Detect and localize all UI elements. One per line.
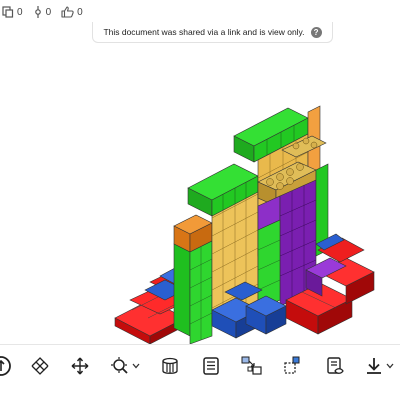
thumbs-up-icon: [61, 6, 74, 18]
notes-button[interactable]: [201, 355, 221, 377]
copy-icon: [2, 6, 14, 18]
rotate-button[interactable]: [30, 355, 50, 377]
model-render[interactable]: [0, 44, 400, 345]
section-view-icon: [160, 356, 180, 376]
likes-count-value: 0: [77, 6, 83, 18]
download-icon: [364, 356, 384, 376]
notes-icon: [201, 356, 221, 376]
viewer-toolbar: [0, 344, 400, 389]
measure-button[interactable]: [283, 355, 303, 377]
zoom-icon: [110, 356, 130, 376]
named-views-button[interactable]: [325, 355, 345, 377]
version-icon: [33, 6, 43, 18]
pan-button[interactable]: [70, 355, 90, 377]
exploded-view-button[interactable]: [240, 355, 264, 377]
view-cube-button[interactable]: [0, 355, 12, 377]
versions-count[interactable]: 0: [33, 6, 52, 18]
green-pillar-left: [173, 240, 213, 345]
3d-viewport[interactable]: [0, 44, 400, 345]
pan-icon: [70, 356, 90, 376]
chevron-down-icon[interactable]: [386, 363, 394, 369]
download-button[interactable]: [364, 355, 394, 377]
document-stats: 0 0 0: [0, 0, 89, 24]
chevron-down-icon[interactable]: [132, 363, 140, 369]
documents-count[interactable]: 0: [2, 6, 23, 18]
exploded-view-icon: [240, 355, 264, 377]
view-only-banner: This document was shared via a link and …: [92, 22, 333, 43]
likes-count[interactable]: 0: [61, 6, 83, 18]
help-icon[interactable]: ?: [310, 26, 322, 38]
documents-count-value: 0: [17, 6, 23, 18]
versions-count-value: 0: [45, 6, 52, 18]
measure-icon: [283, 355, 303, 377]
rotate-icon: [30, 356, 50, 376]
zoom-button[interactable]: [110, 355, 140, 377]
section-view-button[interactable]: [160, 355, 180, 377]
banner-text: This document was shared via a link and …: [103, 27, 305, 37]
named-views-icon: [325, 356, 345, 376]
view-cube-icon: [0, 355, 12, 377]
